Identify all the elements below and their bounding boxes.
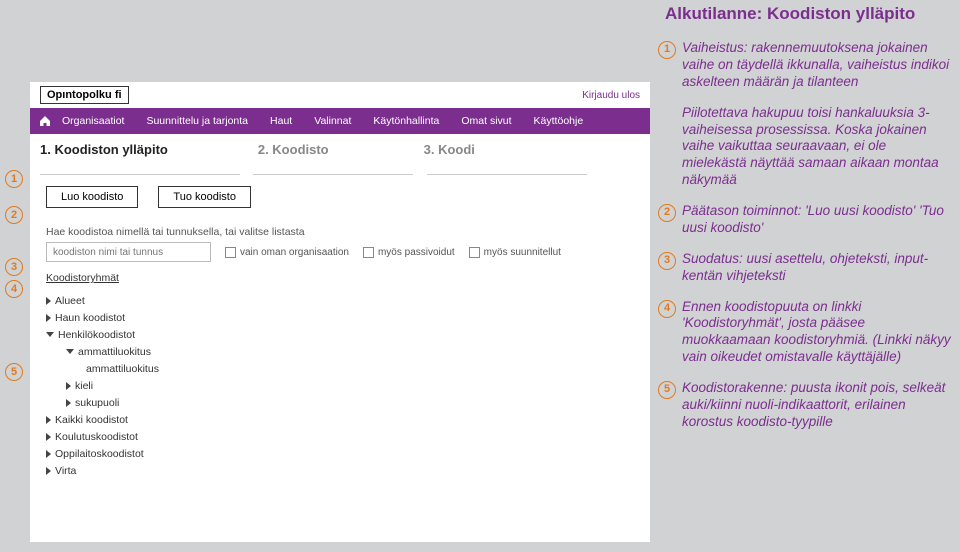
tree-label: Henkilökoodistot (58, 329, 135, 341)
tree-label: ammattiluokitus (78, 346, 151, 358)
nav-suunnittelu[interactable]: Suunnittelu ja tarjonta (146, 115, 248, 127)
search-input[interactable] (46, 242, 211, 262)
tree-item-haun[interactable]: Haun koodistot (46, 309, 634, 326)
chevron-right-icon (46, 450, 51, 458)
tree-label: Virta (55, 465, 76, 477)
annotation-num-2: 2 (658, 204, 676, 222)
marker-2: 2 (5, 206, 23, 224)
topbar: Opıntopolku fi Kirjaudu ulos (30, 82, 650, 108)
filter-suunnitellut-label: myös suunnitellut (484, 247, 561, 258)
tree-label: Koulutuskoodistot (55, 431, 138, 443)
search-section: Hae koodistoa nimellä tai tunnuksella, t… (30, 216, 650, 266)
home-icon[interactable] (36, 112, 54, 130)
chevron-down-icon (46, 332, 54, 337)
annotation-hidden: Piilotettava hakupuu toisi hankaluuksia … (682, 105, 952, 189)
tree-label: Oppilaitoskoodistot (55, 448, 144, 460)
tree-item-sukupuoli[interactable]: sukupuoli (46, 394, 634, 411)
main-actions: Luo koodisto Tuo koodisto (30, 178, 650, 216)
nav-kaytonhallinta[interactable]: Käytönhallinta (373, 115, 439, 127)
annotation-num-3: 3 (658, 252, 676, 270)
chevron-right-icon (66, 399, 71, 407)
tree-item-koulutus[interactable]: Koulutuskoodistot (46, 428, 634, 445)
crumb-2: 2. Koodisto (258, 142, 329, 157)
nav-valinnat[interactable]: Valinnat (314, 115, 351, 127)
navbar: Organisaatiot Suunnittelu ja tarjonta Ha… (30, 108, 650, 134)
tree-item-ammatti1[interactable]: ammattiluokitus (46, 343, 634, 360)
logout-link[interactable]: Kirjaudu ulos (582, 90, 640, 101)
marker-5: 5 (5, 363, 23, 381)
annotation-3: Suodatus: uusi asettelu, ohjeteksti, inp… (682, 251, 952, 285)
tree-item-kaikki[interactable]: Kaikki koodistot (46, 411, 634, 428)
chevron-right-icon (46, 433, 51, 441)
tree-label: Alueet (55, 295, 85, 307)
filter-passivoidut[interactable]: myös passivoidut (363, 247, 455, 258)
annotation-num-5: 5 (658, 381, 676, 399)
filter-passivoidut-label: myös passivoidut (378, 247, 455, 258)
tree-item-kieli[interactable]: kieli (46, 377, 634, 394)
marker-4: 4 (5, 280, 23, 298)
nav-haut[interactable]: Haut (270, 115, 292, 127)
chevron-right-icon (46, 297, 51, 305)
tree-item-oppilaitos[interactable]: Oppilaitoskoodistot (46, 445, 634, 462)
breadcrumb: 1. Koodiston ylläpito 2. Koodisto 3. Koo… (30, 134, 650, 164)
app-window: Opıntopolku fi Kirjaudu ulos Organisaati… (30, 82, 650, 542)
checkbox-icon (225, 247, 236, 258)
annotation-num-1: 1 (658, 41, 676, 59)
marker-1: 1 (5, 170, 23, 188)
filter-own-org[interactable]: vain oman organisaation (225, 247, 349, 258)
tree: Alueet Haun koodistot Henkilökoodistot a… (30, 286, 650, 485)
import-button[interactable]: Tuo koodisto (158, 186, 251, 208)
filter-suunnitellut[interactable]: myös suunnitellut (469, 247, 561, 258)
tree-item-henkilo[interactable]: Henkilökoodistot (46, 326, 634, 343)
tree-label: ammattiluokitus (86, 363, 159, 375)
tree-label: Haun koodistot (55, 312, 125, 324)
nav-kayttoohje[interactable]: Käyttöohje (534, 115, 584, 127)
crumb-1: 1. Koodiston ylläpito (40, 142, 168, 157)
chevron-right-icon (46, 416, 51, 424)
crumb-3: 3. Koodi (424, 142, 475, 157)
logo: Opıntopolku fi (40, 86, 129, 104)
tree-item-ammatti2[interactable]: ammattiluokitus (46, 360, 634, 377)
nav-omatsivut[interactable]: Omat sivut (461, 115, 511, 127)
tree-item-alueet[interactable]: Alueet (46, 292, 634, 309)
filter-own-org-label: vain oman organisaation (240, 247, 349, 258)
tree-label: Kaikki koodistot (55, 414, 128, 426)
chevron-right-icon (46, 314, 51, 322)
annotation-1: Vaiheistus: rakennemuutoksena jokainen v… (682, 40, 952, 91)
checkbox-icon (469, 247, 480, 258)
checkbox-icon (363, 247, 374, 258)
annotations: 1 Vaiheistus: rakennemuutoksena jokainen… (682, 40, 952, 445)
annotation-num-4: 4 (658, 300, 676, 318)
tree-label: sukupuoli (75, 397, 119, 409)
annotation-4: Ennen koodistopuuta on linkki 'Koodistor… (682, 299, 952, 367)
groups-link[interactable]: Koodistoryhmät (30, 266, 650, 286)
chevron-down-icon (66, 349, 74, 354)
chevron-right-icon (46, 467, 51, 475)
search-label: Hae koodistoa nimellä tai tunnuksella, t… (46, 226, 634, 238)
marker-3: 3 (5, 258, 23, 276)
tree-label: kieli (75, 380, 93, 392)
page-title: Alkutilanne: Koodiston ylläpito (665, 4, 915, 24)
annotation-2: Päätason toiminnot: 'Luo uusi koodisto' … (682, 203, 952, 237)
annotation-5: Koodistorakenne: puusta ikonit pois, sel… (682, 380, 952, 431)
tree-item-virta[interactable]: Virta (46, 462, 634, 479)
chevron-right-icon (66, 382, 71, 390)
nav-organisaatiot[interactable]: Organisaatiot (62, 115, 124, 127)
create-button[interactable]: Luo koodisto (46, 186, 138, 208)
